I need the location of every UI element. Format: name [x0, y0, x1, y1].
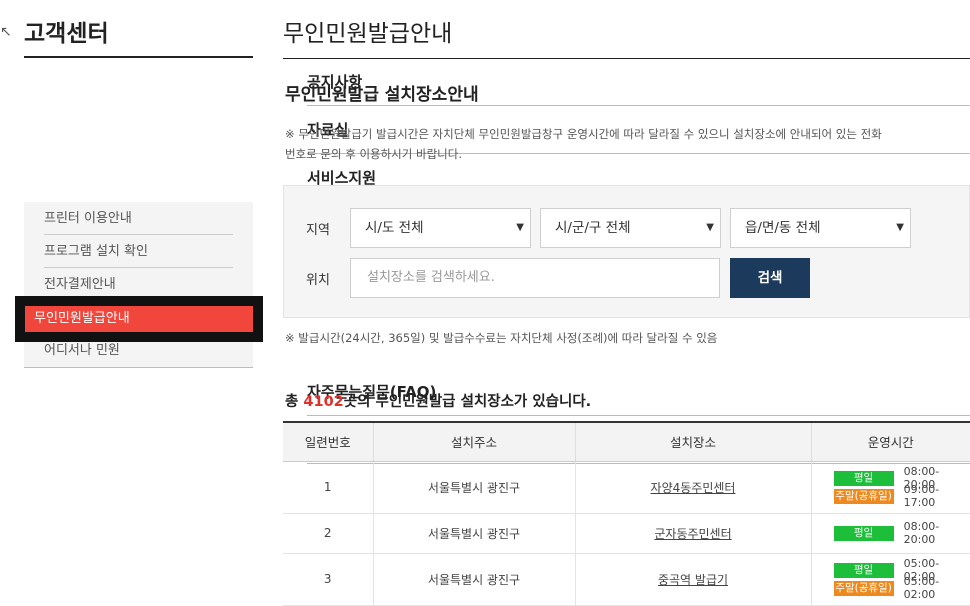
row-address: 서울특별시 광진구 — [373, 553, 576, 606]
weekday-hours: 08:00-20:00 — [903, 520, 940, 546]
dropdown-arrow-icon: ▼ — [516, 222, 524, 233]
table-header-row: 일련번호 설치주소 설치장소 운영시간 — [283, 422, 970, 462]
column-header: 운영시간 — [811, 422, 970, 462]
section-title: 무인민원발급 설치장소안내 — [285, 85, 479, 105]
place-link[interactable]: 군자동주민센터 — [654, 527, 731, 541]
region-label: 지역 — [306, 223, 330, 238]
row-number: 3 — [283, 553, 374, 606]
dropdown-arrow-icon: ▼ — [706, 222, 714, 233]
submenu-item-printer[interactable]: 프린터 이용안내 — [44, 202, 233, 235]
column-header: 일련번호 — [283, 422, 374, 462]
location-label: 위치 — [306, 273, 330, 288]
total-prefix: 총 — [285, 394, 304, 410]
sidebar-title: 고객센터 — [24, 14, 253, 58]
weekend-hours: 05:00-02:00 — [903, 575, 940, 601]
row-hours: 평일 08:00-20:00 — [811, 513, 970, 554]
mouse-cursor-icon: ↖ — [0, 24, 12, 40]
weekend-badge: 주말(공휴일) — [833, 488, 894, 504]
eupmyeondong-select-value: 읍/면/동 전체 — [745, 220, 821, 236]
sigungu-select-value: 시/군/구 전체 — [555, 220, 631, 236]
row-place[interactable]: 중곡역 발급기 — [575, 553, 812, 606]
title-divider — [283, 58, 970, 59]
row-address: 서울특별시 광진구 — [373, 513, 576, 554]
submenu-item-unmanned-issuance[interactable]: 무인민원발급안내 — [25, 306, 253, 332]
submenu-item-program-check[interactable]: 프로그램 설치 확인 — [44, 235, 233, 268]
search-button[interactable]: 검색 — [730, 258, 810, 298]
service-submenu: 프린터 이용안내 프로그램 설치 확인 전자결제안내 어디서나 민원 — [24, 202, 253, 368]
table-row: 3 서울특별시 광진구 중곡역 발급기 평일 05:00-02:00 주말(공휴일… — [283, 553, 970, 606]
weekday-badge: 평일 — [833, 470, 894, 486]
weekend-hours: 09:00-17:00 — [903, 483, 940, 509]
sido-select-value: 시/도 전체 — [365, 220, 424, 236]
dropdown-arrow-icon: ▼ — [896, 222, 904, 233]
row-hours: 평일 08:00-20:00 주말(공휴일) 09:00-17:00 — [811, 461, 970, 514]
place-link[interactable]: 중곡역 발급기 — [658, 573, 728, 587]
search-panel: 지역 시/도 전체 ▼ 시/군/구 전체 ▼ 읍/면/동 전체 ▼ 위치 설치장… — [283, 185, 970, 318]
sido-select[interactable]: 시/도 전체 ▼ — [350, 208, 531, 248]
sidebar: ↖ 고객센터 공지사항 자료실 서비스지원 ▯ 프린터 이용안내 프로그램 설치… — [0, 0, 970, 606]
eupmyeondong-select[interactable]: 읍/면/동 전체 ▼ — [730, 208, 911, 248]
row-hours: 평일 05:00-02:00 주말(공휴일) 05:00-02:00 — [811, 553, 970, 606]
total-count-text: 총 4102곳의 무인민원발급 설치장소가 있습니다. — [285, 390, 591, 411]
sidebar-menu: 공지사항 자료실 서비스지원 ▯ 프린터 이용안내 프로그램 설치 확인 전자결… — [24, 58, 970, 464]
table-row: 2 서울특별시 광진구 군자동주민센터 평일 08:00-20:00 — [283, 513, 970, 554]
column-header: 설치장소 — [575, 422, 812, 462]
weekday-badge: 평일 — [833, 525, 894, 541]
total-count-number: 4102 — [303, 394, 344, 410]
row-number: 2 — [283, 513, 374, 554]
place-link[interactable]: 자양4동주민센터 — [651, 481, 736, 495]
sigungu-select[interactable]: 시/군/구 전체 ▼ — [540, 208, 721, 248]
search-input[interactable]: 설치장소를 검색하세요. — [350, 258, 720, 298]
row-place[interactable]: 군자동주민센터 — [575, 513, 812, 554]
active-highlight-frame: 무인민원발급안내 — [15, 296, 263, 342]
fee-notice: ※ 발급시간(24시간, 365일) 및 발급수수료는 자치단체 사정(조례)에… — [285, 331, 718, 345]
column-header: 설치주소 — [373, 422, 576, 462]
weekday-badge: 평일 — [833, 562, 894, 578]
row-number: 1 — [283, 461, 374, 514]
row-address: 서울특별시 광진구 — [373, 461, 576, 514]
location-table: 일련번호 설치주소 설치장소 운영시간 1 서울특별시 광진구 자양4동주민센터… — [283, 421, 970, 606]
row-place[interactable]: 자양4동주민센터 — [575, 461, 812, 514]
notice-text: ※ 무인민원발급기 발급시간은 자치단체 무인민원발급창구 운영시간에 따라 달… — [285, 127, 882, 161]
page-title: 무인민원발급안내 — [283, 21, 453, 47]
table-row: 1 서울특별시 광진구 자양4동주민센터 평일 08:00-20:00 주말(공휴… — [283, 461, 970, 514]
weekend-badge: 주말(공휴일) — [833, 580, 894, 596]
total-suffix: 곳의 무인민원발급 설치장소가 있습니다. — [343, 394, 592, 410]
